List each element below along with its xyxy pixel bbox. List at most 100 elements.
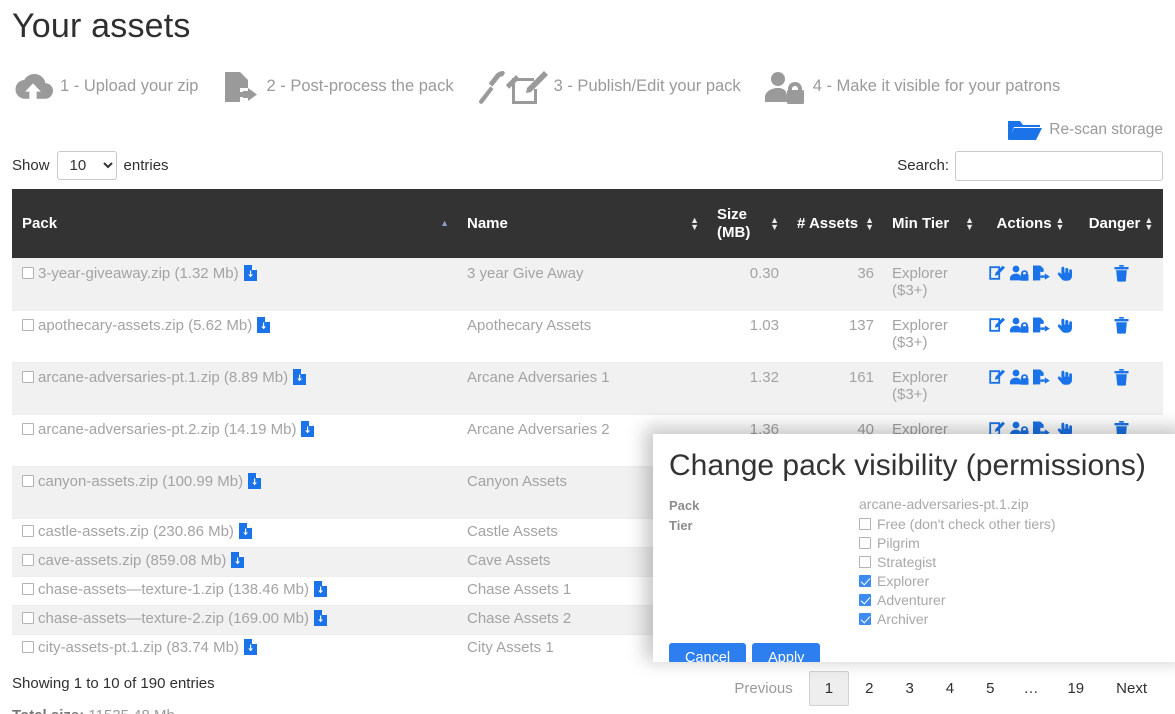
column-header-assets[interactable]: # Assets ▲ ▼ bbox=[787, 188, 882, 259]
modal-pack-row: Pack arcane-adversaries-pt.1.zip bbox=[669, 496, 1165, 513]
file-download-icon[interactable] bbox=[313, 610, 327, 630]
cell-actions bbox=[982, 310, 1077, 363]
tier-item[interactable]: Pilgrim bbox=[859, 535, 1056, 551]
publish-hand-icon[interactable] bbox=[1056, 317, 1073, 337]
post-process-icon[interactable] bbox=[1032, 265, 1052, 285]
row-select-checkbox[interactable] bbox=[22, 583, 34, 596]
tier-checkbox-list: Free (don't check other tiers) Pilgrim Str… bbox=[859, 516, 1056, 627]
column-header-name[interactable]: Name ▲ ▼ bbox=[457, 188, 707, 259]
row-select-checkbox[interactable] bbox=[22, 641, 34, 654]
cell-min-tier: Explorer ($3+) bbox=[882, 258, 982, 311]
tier-label: Free (don't check other tiers) bbox=[877, 516, 1056, 532]
pack-filename: canyon-assets.zip (100.99 Mb) bbox=[38, 473, 244, 491]
sort-icon[interactable]: ▲ ▼ bbox=[965, 215, 974, 231]
tier-checkbox[interactable] bbox=[859, 594, 871, 606]
file-download-icon[interactable] bbox=[230, 552, 245, 572]
column-header-danger[interactable]: Danger ▲ ▼ bbox=[1077, 188, 1163, 259]
apply-button[interactable]: Apply bbox=[752, 643, 821, 662]
row-select-checkbox[interactable] bbox=[22, 525, 34, 538]
row-select-checkbox[interactable] bbox=[22, 554, 34, 567]
sort-icon[interactable]: ▲ ▼ bbox=[1144, 215, 1153, 231]
publish-hand-icon[interactable] bbox=[1056, 265, 1073, 285]
pagination-page-5[interactable]: 5 bbox=[970, 671, 1010, 706]
publish-hand-icon[interactable] bbox=[1056, 369, 1073, 389]
column-header-pack[interactable]: Pack ▲▼ bbox=[12, 188, 457, 259]
row-select-checkbox[interactable] bbox=[22, 267, 34, 280]
workflow-step-2: 2 - Post-process the pack bbox=[221, 70, 454, 104]
trash-icon[interactable] bbox=[1114, 369, 1129, 390]
post-process-icon[interactable] bbox=[1032, 369, 1052, 389]
column-header-size-label: Size (MB) bbox=[717, 206, 751, 241]
rescan-storage-row[interactable]: Re-scan storage bbox=[12, 117, 1163, 143]
modal-title: Change pack visibility (permissions) bbox=[669, 449, 1146, 482]
post-process-icon[interactable] bbox=[1032, 317, 1052, 337]
edit-pack-icon[interactable] bbox=[988, 317, 1006, 337]
trash-icon[interactable] bbox=[1114, 317, 1129, 338]
row-select-checkbox[interactable] bbox=[22, 371, 34, 384]
tier-checkbox[interactable] bbox=[859, 537, 871, 549]
assets-table-head: Pack ▲▼ Name ▲▼ Size (MB) ▲▼ bbox=[12, 188, 1163, 259]
cell-name: Arcane Adversaries 1 bbox=[457, 362, 707, 415]
pagination-previous[interactable]: Previous bbox=[718, 671, 808, 706]
rescan-storage-label[interactable]: Re-scan storage bbox=[1049, 121, 1163, 139]
pack-filename: chase-assets—texture-2.zip (169.00 Mb) bbox=[38, 610, 309, 628]
sort-icon[interactable]: ▲ ▼ bbox=[1056, 215, 1065, 231]
pack-filename: chase-assets—texture-1.zip (138.46 Mb) bbox=[38, 581, 309, 599]
sort-icon[interactable]: ▲ ▼ bbox=[865, 215, 874, 231]
tier-checkbox[interactable] bbox=[859, 575, 871, 587]
file-download-icon[interactable] bbox=[243, 639, 257, 659]
cell-assets: 36 bbox=[787, 258, 882, 311]
file-download-icon[interactable] bbox=[247, 473, 262, 493]
pagination-page-2[interactable]: 2 bbox=[849, 671, 889, 706]
file-download-icon[interactable] bbox=[313, 581, 327, 601]
table-row: arcane-adversaries-pt.1.zip (8.89 Mb) Arc… bbox=[12, 362, 1163, 415]
pagination-page-4[interactable]: 4 bbox=[930, 671, 970, 706]
search-input[interactable] bbox=[955, 150, 1163, 181]
row-select-checkbox[interactable] bbox=[22, 612, 34, 625]
edit-pack-icon[interactable] bbox=[988, 265, 1006, 285]
row-select-checkbox[interactable] bbox=[22, 423, 34, 436]
column-header-size[interactable]: Size (MB) ▲ ▼ bbox=[707, 188, 787, 259]
file-download-icon[interactable] bbox=[238, 523, 252, 543]
pagination-ellipsis[interactable]: … bbox=[1010, 671, 1051, 706]
total-size-label: Total size: bbox=[12, 707, 84, 714]
folder-open-icon[interactable] bbox=[1006, 117, 1043, 143]
pack-filename: arcane-adversaries-pt.1.zip (8.89 Mb) bbox=[38, 369, 289, 387]
sort-icon[interactable]: ▲ ▼ bbox=[690, 215, 699, 231]
pagination-page-1[interactable]: 1 bbox=[808, 671, 850, 707]
column-header-min-tier[interactable]: Min Tier ▲ ▼ bbox=[882, 188, 982, 259]
tier-checkbox[interactable] bbox=[859, 613, 871, 625]
sort-asc-icon[interactable]: ▲▼ bbox=[440, 219, 449, 228]
tier-checkbox[interactable] bbox=[859, 518, 871, 530]
edit-pack-icon[interactable] bbox=[988, 369, 1006, 389]
user-lock-permissions-icon[interactable] bbox=[1009, 317, 1029, 337]
tier-checkbox[interactable] bbox=[859, 556, 871, 568]
page-length-select[interactable]: 102550100 bbox=[56, 151, 117, 181]
file-download-icon[interactable] bbox=[292, 369, 307, 389]
tier-item[interactable]: Explorer bbox=[859, 573, 1056, 589]
file-download-icon[interactable] bbox=[300, 421, 315, 441]
workflow-step-1: 1 - Upload your zip bbox=[12, 71, 199, 103]
row-select-checkbox[interactable] bbox=[22, 319, 34, 332]
tier-item[interactable]: Free (don't check other tiers) bbox=[859, 516, 1056, 532]
file-download-icon[interactable] bbox=[256, 317, 271, 337]
user-lock-permissions-icon[interactable] bbox=[1009, 369, 1029, 389]
tier-item[interactable]: Strategist bbox=[859, 554, 1056, 570]
tier-item[interactable]: Archiver bbox=[859, 611, 1056, 627]
sort-icon[interactable]: ▲ ▼ bbox=[770, 215, 779, 231]
pagination-page-19[interactable]: 19 bbox=[1051, 671, 1100, 706]
file-download-icon[interactable] bbox=[243, 265, 257, 285]
pack-filename: castle-assets.zip (230.86 Mb) bbox=[38, 523, 234, 541]
column-header-pack-label: Pack bbox=[22, 214, 58, 232]
pagination-page-3[interactable]: 3 bbox=[889, 671, 929, 706]
column-header-actions[interactable]: Actions ▲ ▼ bbox=[982, 188, 1077, 259]
pagination-next[interactable]: Next bbox=[1100, 671, 1163, 706]
tier-item[interactable]: Adventurer bbox=[859, 592, 1056, 608]
row-select-checkbox[interactable] bbox=[22, 475, 34, 488]
user-lock-permissions-icon[interactable] bbox=[1009, 265, 1029, 285]
cancel-button[interactable]: Cancel bbox=[669, 643, 747, 662]
page-length-control: Show 102550100 entries bbox=[12, 151, 169, 181]
trash-icon[interactable] bbox=[1114, 265, 1129, 286]
cell-danger bbox=[1077, 362, 1163, 415]
cell-size: 0.30 bbox=[707, 258, 787, 311]
